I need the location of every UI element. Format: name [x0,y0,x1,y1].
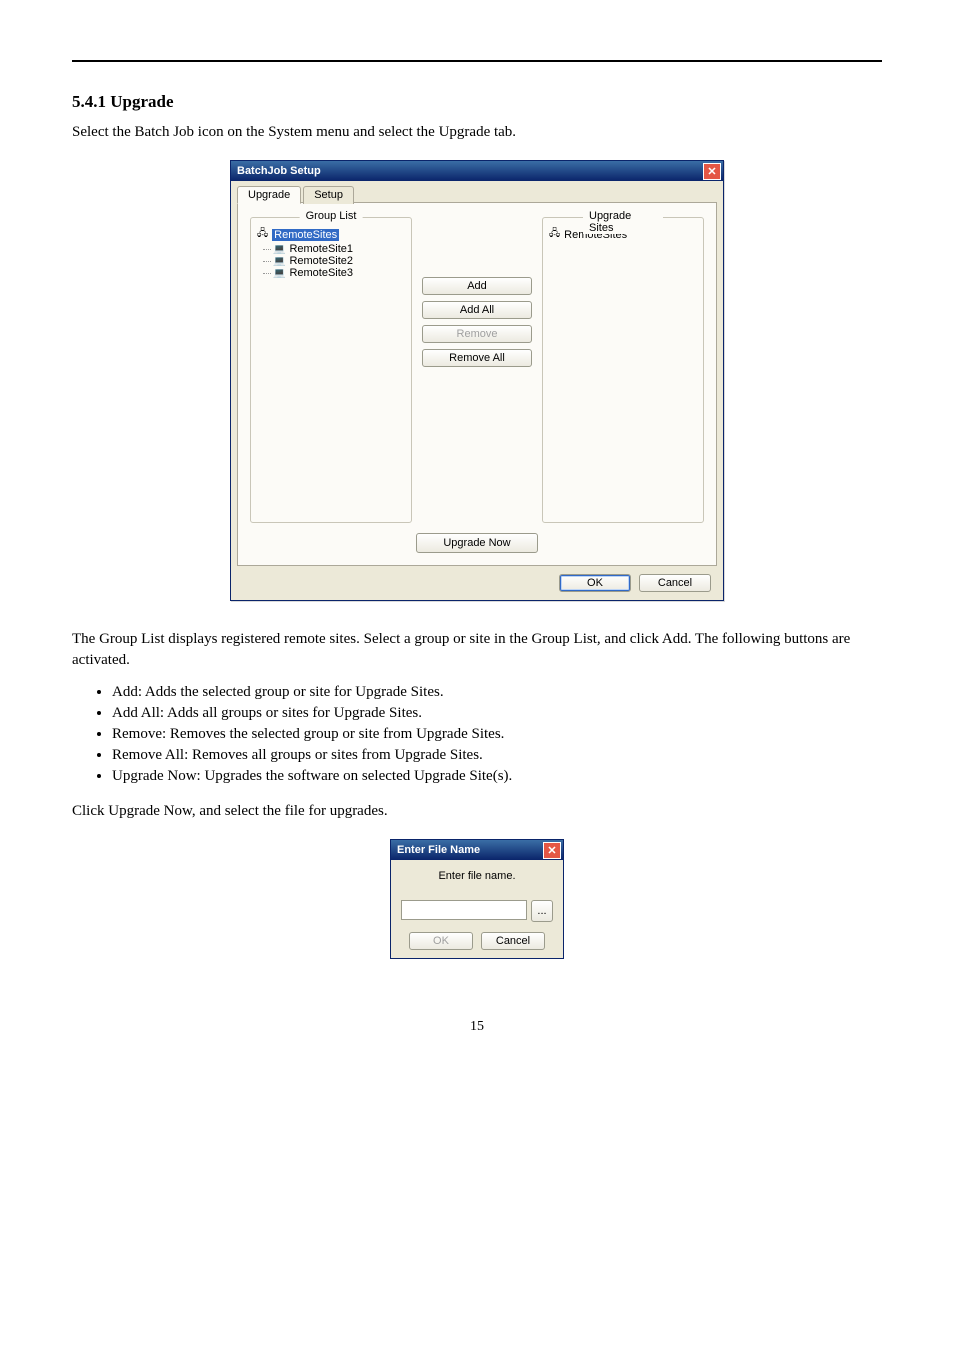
upgrade-sites-label: Upgrade Sites [583,210,663,234]
group-tree-child[interactable]: RemoteSite3 [273,267,405,279]
tab-setup[interactable]: Setup [303,186,354,204]
upgrade-now-button[interactable]: Upgrade Now [416,533,538,553]
cancel-button[interactable]: Cancel [639,574,711,592]
group-list-tree[interactable]: RemoteSites RemoteSite1 RemoteSite2 [257,226,405,279]
group-icon [257,226,268,243]
file-dialog-title: Enter File Name [397,844,480,856]
tabs: Upgrade Setup [237,185,717,203]
file-cancel-button[interactable]: Cancel [481,932,545,950]
add-button[interactable]: Add [422,277,532,295]
batchjob-window: BatchJob Setup ✕ Upgrade Setup Group Lis… [230,160,724,601]
enter-file-name-window: Enter File Name ✕ Enter file name. ... O… [390,839,564,959]
bullet-add-all: Add All: Adds all groups or sites for Up… [112,703,882,724]
site-icon [273,255,285,267]
file-dialog-titlebar: Enter File Name ✕ [391,840,563,860]
site-icon [273,267,285,279]
bullet-add: Add: Adds the selected group or site for… [112,682,882,703]
file-ok-button: OK [409,932,473,950]
group-tree-child-label: RemoteSite2 [289,255,353,267]
group-tree-child-label: RemoteSite1 [289,243,353,255]
remove-all-button[interactable]: Remove All [422,349,532,367]
tabs-paragraph: The Group List displays registered remot… [72,629,882,670]
bullet-remove-all: Remove All: Removes all groups or sites … [112,745,882,766]
group-list-fieldset: Group List RemoteSites RemoteSite1 [250,217,412,523]
mini-dialog-paragraph: Click Upgrade Now, and select the file f… [72,801,882,821]
tab-panel-upgrade: Group List RemoteSites RemoteSite1 [237,202,717,566]
group-tree-child-label: RemoteSite3 [289,267,353,279]
browse-button[interactable]: ... [531,900,553,922]
file-name-input[interactable] [401,900,527,920]
bullet-upgrade-now: Upgrade Now: Upgrades the software on se… [112,766,882,787]
tab-upgrade[interactable]: Upgrade [237,186,301,204]
close-button[interactable]: ✕ [703,163,721,180]
batchjob-title: BatchJob Setup [237,165,321,177]
ok-button[interactable]: OK [559,574,631,592]
batchjob-titlebar: BatchJob Setup ✕ [231,161,723,181]
file-dialog-label: Enter file name. [401,870,553,882]
group-icon [549,226,560,243]
header-rule [72,60,882,62]
batchjob-footer: OK Cancel [237,566,717,592]
upgrade-sites-fieldset: Upgrade Sites RemoteSites [542,217,704,523]
add-all-button[interactable]: Add All [422,301,532,319]
intro-paragraph: Select the Batch Job icon on the System … [72,122,882,142]
group-tree-root-label: RemoteSites [272,229,339,241]
close-icon: ✕ [547,844,556,857]
page-number: 15 [72,1019,882,1035]
group-tree-child[interactable]: RemoteSite2 [273,255,405,267]
close-icon: ✕ [707,165,716,178]
ellipsis-icon: ... [537,905,546,917]
middle-buttons: Add Add All Remove Remove All [422,217,532,523]
close-button[interactable]: ✕ [543,842,561,859]
buttons-bullet-list: Add: Adds the selected group or site for… [94,682,882,787]
group-tree-child[interactable]: RemoteSite1 [273,243,405,255]
section-title: 5.4.1 Upgrade [72,92,882,112]
remove-button: Remove [422,325,532,343]
group-tree-root[interactable]: RemoteSites [257,226,405,243]
bullet-remove: Remove: Removes the selected group or si… [112,724,882,745]
group-list-label: Group List [300,210,363,222]
site-icon [273,243,285,255]
